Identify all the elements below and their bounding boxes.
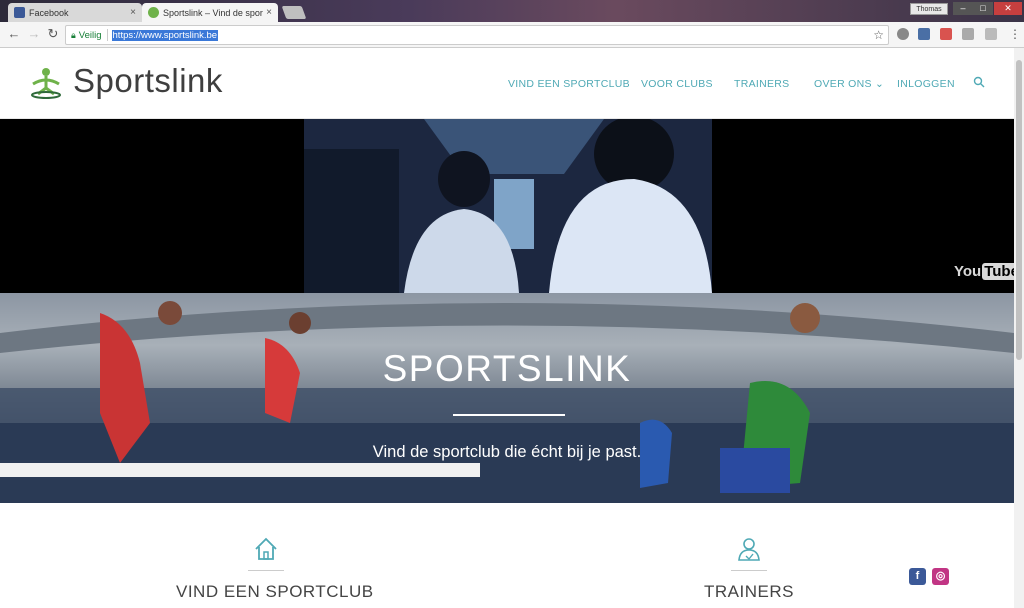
hero-subtitle: Vind de sportclub die écht bij je past. <box>372 443 642 461</box>
hero-title: SPORTSLINK <box>382 348 632 389</box>
users-icon[interactable] <box>736 536 762 562</box>
youtube-logo-you: You <box>954 263 982 280</box>
chevron-down-icon: ⌄ <box>875 78 885 90</box>
secure-label: Veilig <box>78 29 102 41</box>
divider <box>106 29 108 41</box>
facebook-favicon <box>14 7 25 18</box>
tab-facebook[interactable]: Facebook × <box>8 3 142 22</box>
tab-close-icon[interactable]: × <box>130 7 136 18</box>
youtube-logo[interactable]: You Tube <box>954 263 1021 280</box>
feature-divider <box>248 570 284 571</box>
video-scene-image <box>304 119 712 293</box>
video-player[interactable]: You Tube <box>0 119 1021 293</box>
sportslink-favicon <box>148 7 159 18</box>
search-icon[interactable] <box>973 76 985 88</box>
facebook-icon[interactable]: f <box>909 568 926 585</box>
nav-voor-clubs[interactable]: VOOR CLUBS <box>641 78 713 90</box>
hero-background-image <box>0 301 1014 503</box>
nav-over-ons[interactable]: OVER ONS ⌄ <box>814 78 884 90</box>
hero-banner: SPORTSLINK Vind de sportclub die écht bi… <box>0 293 1014 503</box>
nav-trainers[interactable]: TRAINERS <box>734 78 790 90</box>
extension-icon[interactable] <box>940 28 952 40</box>
address-bar[interactable]: 🔒︎ Veilig https://www.sportslink.be ☆ <box>65 25 889 45</box>
tab-title: Facebook <box>29 7 69 18</box>
browser-tab-strip: Facebook × Sportslink – Vind de spor × T… <box>0 0 1024 22</box>
extension-icon[interactable] <box>962 28 974 40</box>
sportslink-logo-icon[interactable] <box>28 64 64 100</box>
bookmark-star-icon[interactable]: ☆ <box>873 28 884 42</box>
hero-divider <box>453 414 565 416</box>
instagram-icon[interactable]: ◎ <box>932 568 949 585</box>
extension-icon[interactable] <box>918 28 930 40</box>
features-section: VIND EEN SPORTCLUB TRAINERS <box>0 503 1014 608</box>
extension-icon[interactable] <box>985 28 997 40</box>
nav-over-ons-label: OVER ONS <box>814 78 872 90</box>
new-tab-button[interactable] <box>281 6 307 19</box>
nav-vind-een-sportclub[interactable]: VIND EEN SPORTCLUB <box>508 78 630 90</box>
url-text[interactable]: https://www.sportslink.be <box>111 29 219 41</box>
site-header: Sportslink VIND EEN SPORTCLUB VOOR CLUBS… <box>0 48 1024 119</box>
feature-trainers[interactable]: TRAINERS <box>689 582 809 602</box>
logo-text[interactable]: Sportslink <box>73 62 223 100</box>
minimize-button[interactable]: – <box>953 2 973 15</box>
video-frame <box>304 119 712 293</box>
home-icon[interactable] <box>253 536 279 562</box>
close-window-button[interactable]: ✕ <box>994 2 1022 15</box>
extension-icon[interactable] <box>897 28 909 40</box>
feature-divider <box>731 570 767 571</box>
lock-icon: 🔒︎ <box>71 29 76 40</box>
nav-inloggen[interactable]: INLOGGEN <box>897 78 955 90</box>
back-icon[interactable]: ← <box>6 26 22 41</box>
browser-menu-icon[interactable]: ⋮ <box>1009 27 1021 41</box>
scrollbar-thumb[interactable] <box>1016 60 1022 360</box>
forward-icon[interactable]: → <box>26 26 42 41</box>
feature-vind-een-sportclub[interactable]: VIND EEN SPORTCLUB <box>176 582 373 602</box>
reload-icon[interactable]: ↻ <box>45 26 61 42</box>
maximize-button[interactable]: □ <box>973 2 993 15</box>
tab-sportslink[interactable]: Sportslink – Vind de spor × <box>142 3 278 22</box>
browser-toolbar: ← → ↻ 🔒︎ Veilig https://www.sportslink.b… <box>0 22 1024 48</box>
profile-button[interactable]: Thomas <box>910 3 948 15</box>
tab-close-icon[interactable]: × <box>266 7 272 18</box>
tab-title: Sportslink – Vind de spor <box>163 7 263 18</box>
